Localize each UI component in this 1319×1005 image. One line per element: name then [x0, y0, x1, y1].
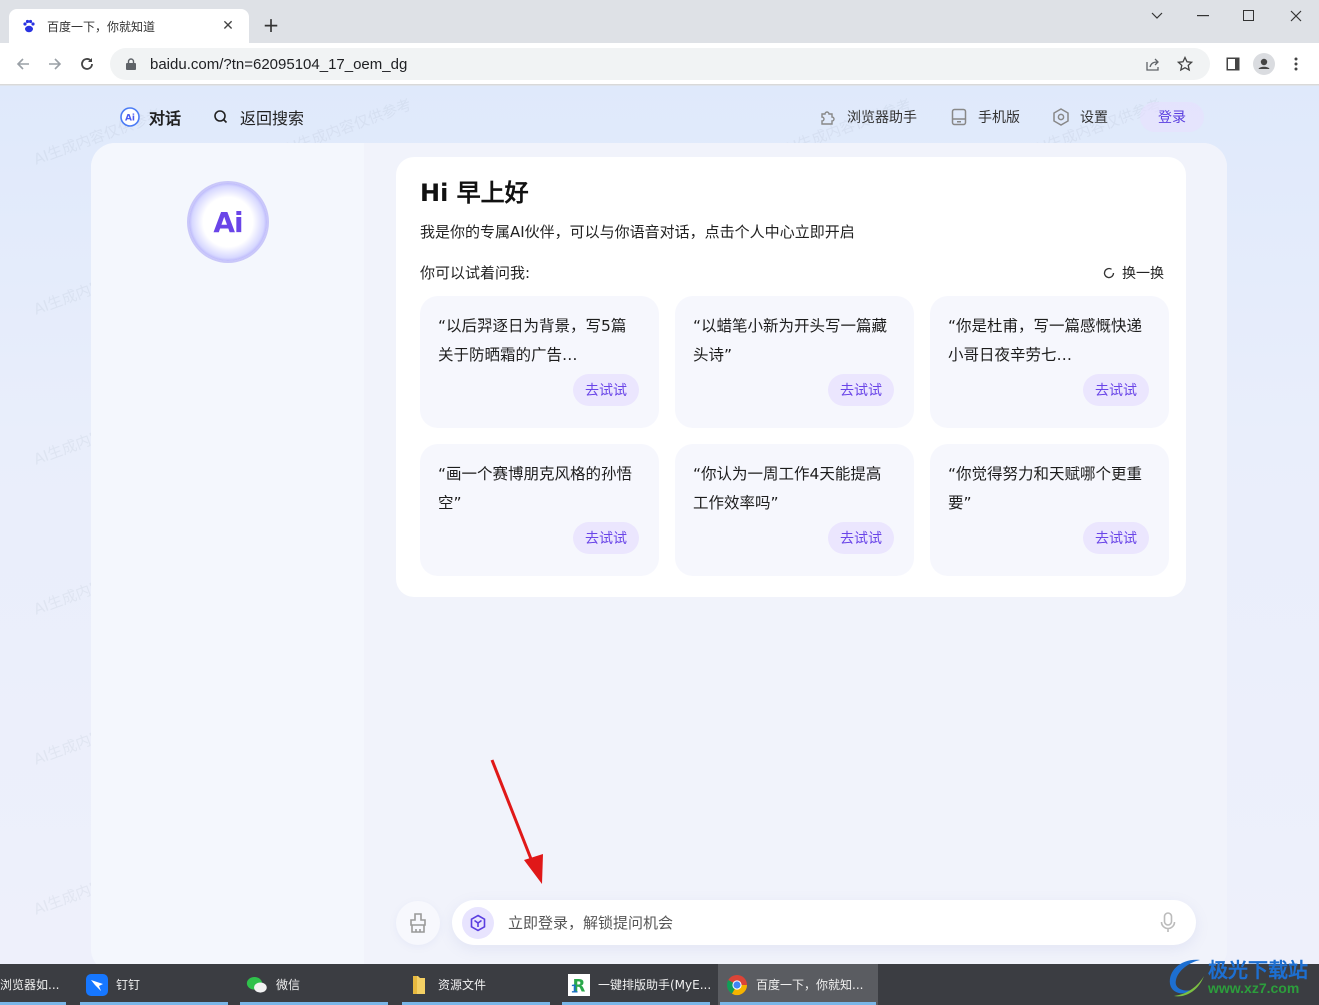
prompt-card[interactable]: “你认为一周工作4天能提高工作效率吗” 去试试: [675, 444, 914, 576]
try-button[interactable]: 去试试: [828, 374, 894, 406]
nav-settings-label: 设置: [1080, 110, 1108, 126]
taskbar: 浏览器如... 钉钉 微信 资源文件 R1 一键排版助手(MyE... 百度一下…: [0, 964, 1319, 1005]
wechat-icon: [246, 974, 268, 996]
taskbar-item-label: 浏览器如...: [0, 978, 60, 992]
svg-text:Ai: Ai: [125, 114, 135, 124]
mobile-icon: [948, 106, 970, 128]
taskbar-item-folder[interactable]: 资源文件: [400, 964, 552, 1005]
dingtalk-icon: [86, 973, 108, 996]
refresh-button[interactable]: 换一换: [1102, 263, 1164, 283]
try-button[interactable]: 去试试: [573, 522, 639, 554]
main-panel: Ai Hi 早上好 我是你的专属AI伙伴，可以与你语音对话，点击个人中心立即开启…: [91, 143, 1227, 964]
page-content: AI生成内容仅供参考 AI生成内容仅供参考 AI生成内容仅供参考 AI生成内容仅…: [0, 86, 1319, 964]
refresh-icon: [1102, 266, 1116, 280]
chat-input-placeholder: 立即登录，解锁提问机会: [508, 914, 674, 932]
prompt-text: “你是杜甫，写一篇感慨快递小哥日夜辛劳七…: [948, 317, 1143, 364]
try-button[interactable]: 去试试: [1083, 522, 1149, 554]
taskbar-item-myeditor[interactable]: R1 一键排版助手(MyE...: [560, 964, 712, 1005]
chat-input[interactable]: 立即登录，解锁提问机会: [452, 900, 1196, 945]
reload-icon[interactable]: [75, 52, 99, 76]
nav-browser-assistant[interactable]: 浏览器助手: [817, 104, 917, 130]
input-row: 立即登录，解锁提问机会: [396, 900, 1196, 945]
nav-mobile[interactable]: 手机版: [948, 104, 1020, 130]
sidebar: Ai: [91, 143, 364, 964]
ai-logo: Ai: [189, 183, 267, 261]
folder-icon: [408, 974, 430, 996]
refresh-label: 换一换: [1122, 266, 1164, 282]
try-button[interactable]: 去试试: [828, 522, 894, 554]
cube-icon: [462, 906, 494, 939]
share-icon[interactable]: [1142, 53, 1164, 75]
prompt-card[interactable]: “你是杜甫，写一篇感慨快递小哥日夜辛劳七… 去试试: [930, 296, 1169, 428]
myeditor-icon: R1: [568, 973, 590, 996]
url-text[interactable]: baidu.com/?tn=62095104_17_oem_dg: [150, 56, 1132, 73]
maximize-icon[interactable]: [1226, 6, 1272, 26]
back-icon[interactable]: [11, 52, 35, 76]
taskbar-item-label: 一键排版助手(MyE...: [598, 978, 712, 992]
prompt-card[interactable]: “以后羿逐日为背景，写5篇关于防晒霜的广告… 去试试: [420, 296, 659, 428]
star-icon[interactable]: [1174, 53, 1196, 75]
address-bar[interactable]: baidu.com/?tn=62095104_17_oem_dg: [110, 48, 1210, 80]
forward-icon[interactable]: [43, 52, 67, 76]
window-close-icon[interactable]: [1273, 6, 1319, 26]
gear-icon: [1050, 106, 1072, 128]
puzzle-icon: [817, 106, 839, 128]
nav-mobile-label: 手机版: [978, 110, 1020, 126]
taskbar-item-label: 钉钉: [116, 978, 141, 992]
taskbar-item-label: 百度一下，你就知...: [756, 978, 864, 992]
taskbar-item-label: 资源文件: [438, 978, 487, 992]
lock-icon[interactable]: [124, 57, 138, 71]
taskbar-item-wechat[interactable]: 微信: [238, 964, 390, 1005]
intro-text: 我是你的专属AI伙伴，可以与你语音对话，点击个人中心立即开启: [420, 223, 855, 241]
nav-chat[interactable]: Ai 对话: [119, 104, 181, 130]
nav-browser-assistant-label: 浏览器助手: [847, 110, 917, 126]
brush-icon: [410, 913, 426, 933]
try-button[interactable]: 去试试: [1083, 374, 1149, 406]
prompt-text: “以后羿逐日为背景，写5篇关于防晒霜的广告…: [438, 317, 627, 364]
baidu-paw-icon: [21, 18, 37, 34]
minimize-icon[interactable]: [1180, 6, 1226, 26]
prompt-card[interactable]: “以蜡笔小新为开头写一篇藏头诗” 去试试: [675, 296, 914, 428]
prompt-text: “画一个赛博朋克风格的孙悟空”: [438, 465, 633, 512]
login-button[interactable]: 登录: [1140, 102, 1204, 132]
prompt-text: “你认为一周工作4天能提高工作效率吗”: [693, 465, 882, 512]
profile-icon[interactable]: [1252, 52, 1276, 76]
prompt-text: “你觉得努力和天赋哪个更重要”: [948, 465, 1143, 512]
svg-text:1: 1: [571, 982, 579, 995]
plus-icon[interactable]: +: [260, 14, 282, 36]
clear-brush-button[interactable]: [396, 901, 440, 945]
try-label: 你可以试着问我:: [420, 264, 531, 282]
nav-settings[interactable]: 设置: [1050, 104, 1108, 130]
microphone-icon[interactable]: [1156, 911, 1180, 935]
nav-chat-label: 对话: [149, 109, 182, 128]
search-icon: [210, 106, 232, 128]
ai-logo-text: Ai: [213, 205, 243, 239]
chrome-icon: [726, 974, 748, 996]
ai-chat-icon: Ai: [119, 106, 141, 128]
nav-back-search-label: 返回搜索: [240, 109, 305, 128]
taskbar-item-chrome[interactable]: 百度一下，你就知...: [718, 964, 878, 1005]
top-nav: Ai 对话 返回搜索 浏览器助手 手机版 设置 登录: [0, 86, 1319, 146]
taskbar-item-dingtalk[interactable]: 钉钉: [78, 964, 230, 1005]
taskbar-item-label: 微信: [276, 978, 301, 992]
browser-titlebar: 百度一下，你就知道 ✕ +: [0, 0, 1319, 43]
side-panel-icon[interactable]: [1221, 52, 1245, 76]
prompt-card[interactable]: “你觉得努力和天赋哪个更重要” 去试试: [930, 444, 1169, 576]
try-button[interactable]: 去试试: [573, 374, 639, 406]
prompt-card[interactable]: “画一个赛博朋克风格的孙悟空” 去试试: [420, 444, 659, 576]
close-icon[interactable]: ✕: [219, 18, 237, 34]
greeting: Hi 早上好: [420, 179, 529, 207]
taskbar-item-browser[interactable]: 浏览器如...: [0, 964, 68, 1005]
prompt-text: “以蜡笔小新为开头写一篇藏头诗”: [693, 317, 888, 364]
nav-back-search[interactable]: 返回搜索: [210, 104, 304, 130]
menu-dots-icon[interactable]: [1284, 52, 1308, 76]
browser-tab[interactable]: 百度一下，你就知道 ✕: [9, 9, 249, 43]
chevron-down-icon[interactable]: [1134, 6, 1180, 26]
tab-title: 百度一下，你就知道: [47, 19, 156, 34]
browser-toolbar: baidu.com/?tn=62095104_17_oem_dg: [0, 43, 1319, 85]
welcome-card: Hi 早上好 我是你的专属AI伙伴，可以与你语音对话，点击个人中心立即开启 你可…: [396, 157, 1186, 597]
